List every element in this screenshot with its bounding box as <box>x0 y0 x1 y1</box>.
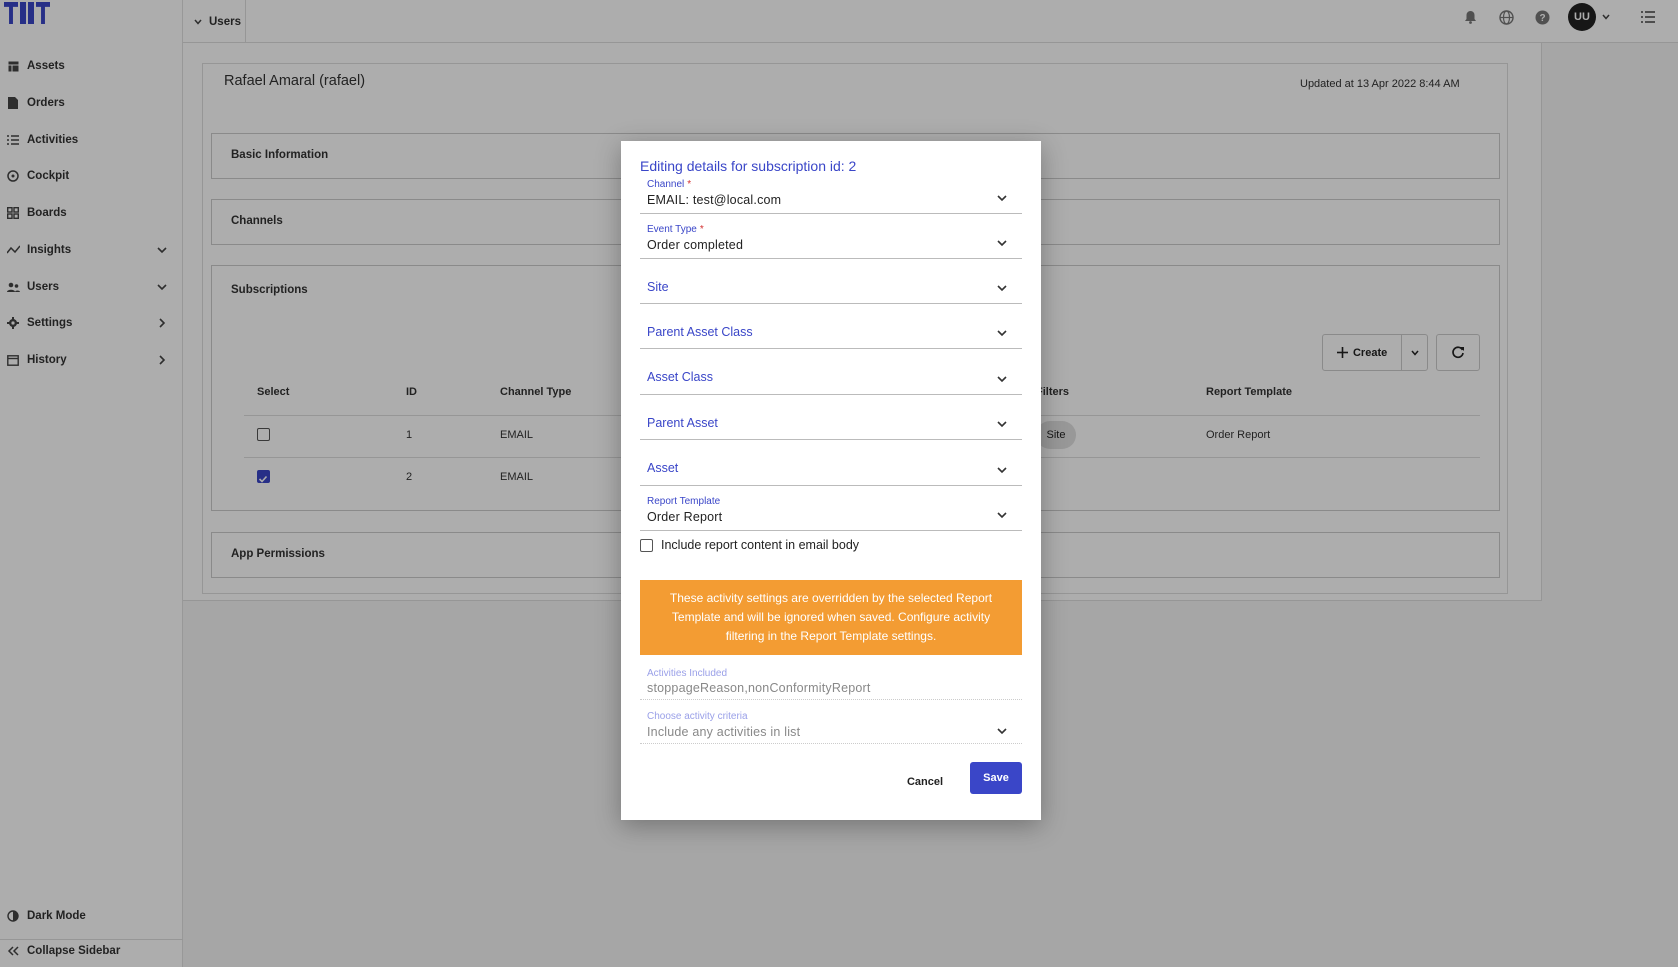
field-label: Choose activity criteria <box>647 711 748 722</box>
asset-class-select[interactable]: Asset Class <box>640 359 1022 395</box>
field-value: Order Report <box>647 510 723 524</box>
chevron-down-icon <box>997 512 1007 519</box>
chevron-down-icon <box>997 240 1007 247</box>
activity-criteria-select: Choose activity criteria Include any act… <box>640 709 1022 744</box>
chevron-down-icon <box>997 467 1007 474</box>
parent-asset-select[interactable]: Parent Asset <box>640 405 1022 440</box>
include-report-content-option[interactable]: Include report content in email body <box>640 538 859 552</box>
chevron-down-icon <box>997 195 1007 202</box>
field-value: Order completed <box>647 238 744 252</box>
chevron-down-icon <box>997 376 1007 383</box>
override-warning: These activity settings are overridden b… <box>640 580 1022 655</box>
chevron-down-icon <box>997 330 1007 337</box>
field-label: Channel * <box>647 179 692 190</box>
include-report-label: Include report content in email body <box>661 538 860 552</box>
field-placeholder: Site <box>647 280 669 294</box>
field-placeholder: Parent Asset <box>647 416 718 430</box>
event-type-select[interactable]: Event Type * Order completed <box>640 224 1022 259</box>
include-report-checkbox[interactable] <box>640 538 653 552</box>
dialog-title: Editing details for subscription id: 2 <box>640 158 857 174</box>
chevron-down-icon <box>997 421 1007 428</box>
parent-asset-class-select[interactable]: Parent Asset Class <box>640 314 1022 349</box>
channel-select[interactable]: Channel * EMAIL: test@local.com <box>640 179 1022 214</box>
save-button[interactable]: Save <box>970 762 1022 794</box>
field-placeholder: Parent Asset Class <box>647 325 753 339</box>
field-value: stoppageReason,nonConformityReport <box>647 681 871 695</box>
site-select[interactable]: Site <box>640 269 1022 304</box>
cancel-button[interactable]: Cancel <box>900 767 950 797</box>
field-value: EMAIL: test@local.com <box>647 193 782 207</box>
field-label: Event Type * <box>647 224 704 235</box>
chevron-down-icon <box>997 728 1007 735</box>
activities-included-field: Activities Included stoppageReason,nonCo… <box>640 665 1022 700</box>
field-value: Include any activities in list <box>647 725 801 739</box>
report-template-select[interactable]: Report Template Order Report <box>640 496 1022 531</box>
edit-subscription-dialog: Editing details for subscription id: 2 C… <box>621 141 1041 820</box>
field-placeholder: Asset <box>647 461 679 475</box>
asset-select[interactable]: Asset <box>640 450 1022 486</box>
field-label: Activities Included <box>647 668 728 679</box>
field-placeholder: Asset Class <box>647 370 713 384</box>
chevron-down-icon <box>997 285 1007 292</box>
field-label: Report Template <box>647 496 721 507</box>
